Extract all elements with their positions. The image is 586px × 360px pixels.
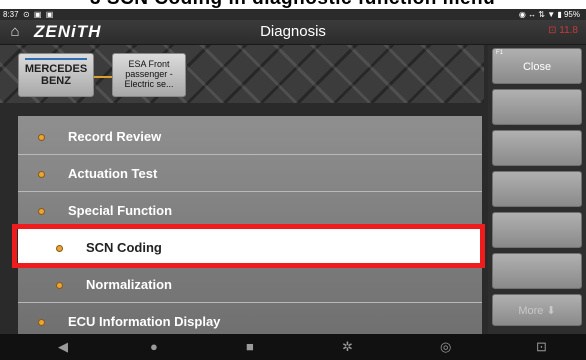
breadcrumb-brand-label: MERCEDES BENZ	[24, 63, 88, 87]
recents-icon[interactable]: ■	[246, 339, 254, 355]
button-label: Close	[522, 61, 552, 73]
list-item[interactable]: Actuation Test	[18, 155, 482, 192]
caption-text: 3 SCN Coding in diagnostic function menu	[90, 0, 495, 9]
back-icon[interactable]: ◀	[58, 339, 68, 355]
list-item-label: ECU Information Display	[68, 314, 221, 329]
button-label: More ⬇	[518, 305, 556, 317]
status-notification-icons: ⊙ ▣ ▣	[23, 10, 55, 19]
list-item-label: Actuation Test	[68, 166, 158, 181]
device-screen: 3 SCN Coding in diagnostic function menu…	[0, 0, 586, 360]
list-item-label: Record Review	[68, 129, 162, 144]
brand-accent-bar	[25, 58, 87, 60]
screenshot-icon[interactable]: ⊡	[536, 339, 547, 355]
bullet-icon	[38, 134, 45, 141]
function-button-3[interactable]	[492, 130, 582, 166]
caption-strip: 3 SCN Coding in diagnostic function menu	[0, 0, 586, 9]
list-item-label: Special Function	[68, 203, 173, 218]
status-bar: 8:37 ⊙ ▣ ▣ ◉ ↔ ⇅ ▼ ▮ 95%	[0, 9, 586, 20]
bullet-icon	[38, 208, 45, 215]
app-header: ⌂ ZENiTH Diagnosis ⊡ 11.8	[0, 20, 586, 45]
selection-highlight-frame	[12, 224, 485, 268]
bullet-icon	[56, 282, 63, 289]
list-item[interactable]: Record Review	[18, 118, 482, 155]
function-key-panel: F1 Close More ⬇	[488, 45, 586, 334]
list-item-label: Normalization	[86, 277, 172, 292]
bullet-icon	[38, 319, 45, 326]
function-button-4[interactable]	[492, 171, 582, 207]
function-button-5[interactable]	[492, 212, 582, 248]
breadcrumb-module-label: ESA Front passenger - Electric se...	[124, 59, 174, 89]
breadcrumb-connector	[94, 76, 112, 78]
close-button[interactable]: F1 Close	[492, 48, 582, 84]
status-time: 8:37	[3, 10, 19, 19]
voltage-badge: ⊡ 11.8	[548, 25, 578, 36]
page-title: Diagnosis	[260, 23, 326, 40]
function-button-6[interactable]	[492, 253, 582, 289]
status-system-icons: ◉ ↔ ⇅ ▼ ▮ 95%	[518, 10, 580, 19]
list-item[interactable]: Normalization	[18, 266, 482, 303]
android-nav-bar: ◀ ● ■ ✲ ◎ ⊡	[0, 334, 586, 360]
browser-icon[interactable]: ◎	[440, 339, 451, 355]
breadcrumb-brand[interactable]: MERCEDES BENZ	[18, 53, 94, 97]
settings-icon[interactable]: ✲	[342, 339, 353, 355]
bullet-icon	[38, 171, 45, 178]
breadcrumb-module[interactable]: ESA Front passenger - Electric se...	[112, 53, 186, 97]
function-button-2[interactable]	[492, 89, 582, 125]
home-dot-icon[interactable]: ●	[150, 339, 158, 355]
more-button[interactable]: More ⬇	[492, 294, 582, 326]
function-key-label: F1	[496, 50, 504, 56]
